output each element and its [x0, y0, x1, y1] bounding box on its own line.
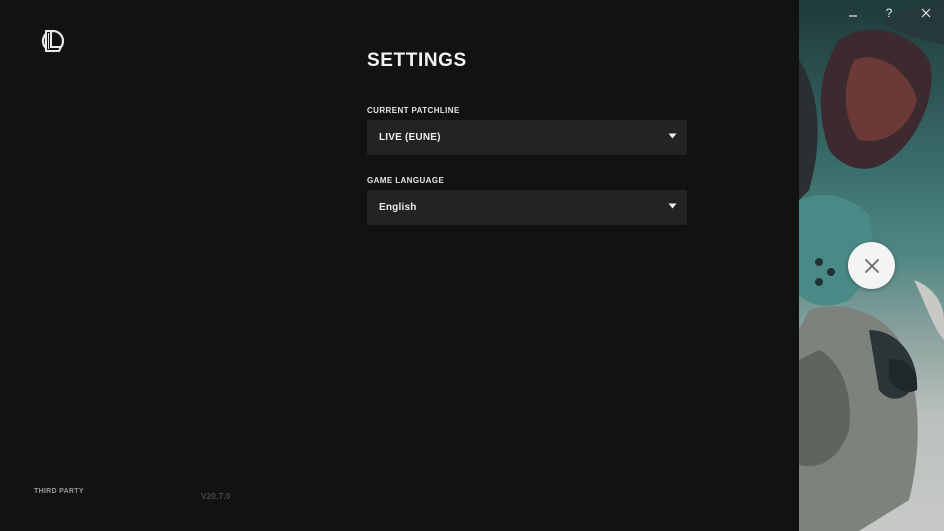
window-close-button[interactable] [917, 4, 935, 22]
patchline-label: CURRENT PATCHLINE [367, 106, 460, 115]
league-logo-icon [41, 29, 65, 53]
minimize-button[interactable] [844, 4, 862, 22]
close-icon [864, 258, 879, 273]
version-label: V20.7.0 [201, 492, 231, 501]
minimize-icon [849, 15, 857, 17]
third-party-link[interactable]: THIRD PARTY [34, 488, 84, 495]
help-button[interactable]: ? [880, 4, 898, 22]
language-value: English [379, 202, 417, 213]
close-icon [921, 8, 931, 18]
patchline-value: LIVE (EUNE) [379, 132, 441, 143]
page-title: SETTINGS [367, 50, 467, 71]
settings-window: SETTINGS CURRENT PATCHLINE LIVE (EUNE) G… [0, 0, 944, 531]
caret-down-icon [668, 203, 677, 209]
patchline-dropdown[interactable]: LIVE (EUNE) [367, 120, 687, 155]
caret-down-icon [668, 133, 677, 139]
close-settings-button[interactable] [848, 242, 895, 289]
language-label: GAME LANGUAGE [367, 176, 445, 185]
language-dropdown[interactable]: English [367, 190, 687, 225]
settings-panel: SETTINGS CURRENT PATCHLINE LIVE (EUNE) G… [0, 0, 799, 531]
